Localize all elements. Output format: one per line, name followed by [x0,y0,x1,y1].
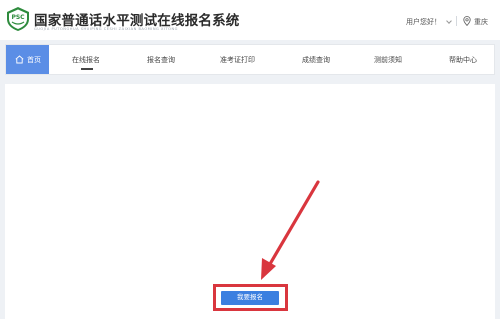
nav-test-notice[interactable]: 测前须知 [374,55,402,65]
main-nav: 首页 在线报名 报名查询 准考证打印 成绩查询 测前须知 帮助中心 [5,44,495,75]
logo-text: PSC [11,14,25,21]
location-pin-icon[interactable] [463,16,471,26]
psc-logo[interactable]: PSC [5,6,31,32]
nav-online-registration[interactable]: 在线报名 [72,55,100,65]
site-subtitle: GUOJIA PUTONGHUA SHUIPING CESHI ZAIXIAN … [34,27,178,31]
header-bar: PSC 国家普通话水平测试在线报名系统 GUOJIA PUTONGHUA SHU… [0,0,500,40]
chevron-down-icon[interactable] [446,18,452,24]
location-selector[interactable]: 重庆 [474,17,488,27]
home-icon [15,55,24,64]
nav-registration-query[interactable]: 报名查询 [147,55,175,65]
nav-home-label: 首页 [27,56,41,64]
user-menu[interactable]: 用户您好！ [406,17,441,27]
nav-home[interactable]: 首页 [6,45,49,74]
nav-score-query[interactable]: 成绩查询 [302,55,330,65]
site-title: 国家普通话水平测试在线报名系统 [34,13,240,29]
nav-active-indicator [81,68,93,70]
nav-help-center[interactable]: 帮助中心 [449,55,477,65]
apply-now-button[interactable]: 我要报名 [221,291,279,305]
divider [456,16,457,26]
nav-admission-ticket-print[interactable]: 准考证打印 [220,55,255,65]
